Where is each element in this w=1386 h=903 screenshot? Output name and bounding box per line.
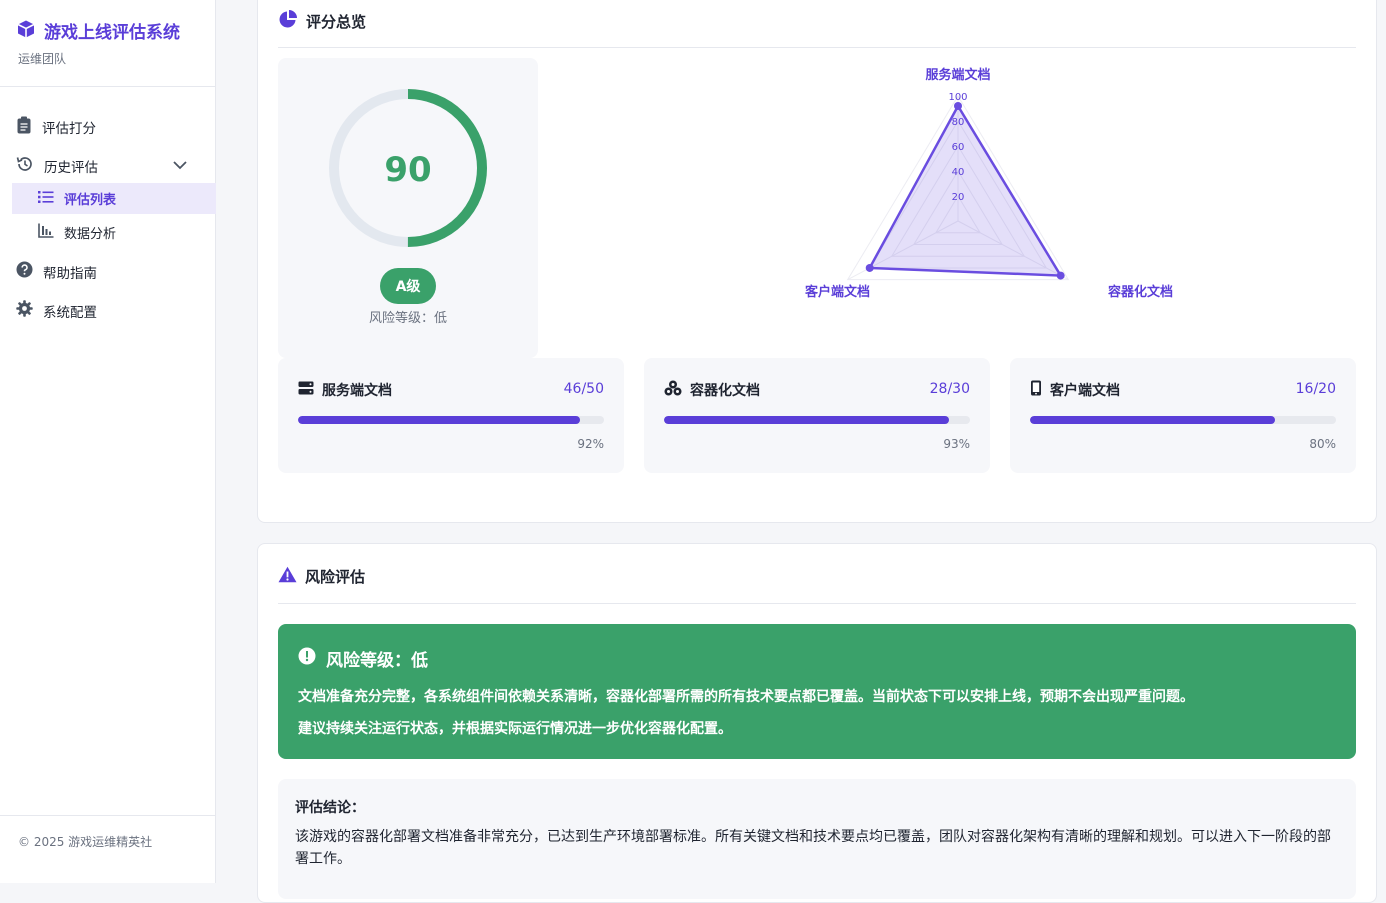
warning-icon <box>278 566 297 587</box>
pie-chart-icon <box>278 9 298 33</box>
sidebar-divider <box>0 86 215 87</box>
gear-icon <box>16 300 33 321</box>
sidebar: 游戏上线评估系统 运维团队 评估打分 历史评估 评估列表 数据分析 帮助指南 系… <box>0 0 216 883</box>
nav-label-analysis: 数据分析 <box>64 227 117 242</box>
metric-percent: 93% <box>943 437 970 451</box>
radar-data-point <box>1056 271 1065 280</box>
risk-suggestion: 建议持续关注运行状态，并根据实际运行情况进一步优化容器化配置。 <box>298 721 732 737</box>
conclusion-title: 评估结论： <box>295 800 365 816</box>
metric-name: 服务端文档 <box>322 383 392 399</box>
risk-description: 文档准备充分完整，各系统组件间依赖关系清晰，容器化部署所需的所有技术要点都已覆盖… <box>298 689 1194 705</box>
progress-track <box>1030 416 1336 424</box>
score-gauge-panel: 90 A级 风险等级：低 <box>278 58 538 358</box>
risk-header: 风险评估 <box>278 566 365 587</box>
metric-value: 16/20 <box>1295 381 1336 397</box>
risk-card: 风险评估 风险等级：低 文档准备充分完整，各系统组件间依赖关系清晰，容器化部署所… <box>257 543 1377 903</box>
metric-percent: 80% <box>1309 437 1336 451</box>
history-icon <box>16 155 34 177</box>
metric-head: 容器化文档 <box>664 380 760 400</box>
metric-name: 容器化文档 <box>690 383 760 399</box>
metric-percent: 92% <box>577 437 604 451</box>
nav-item-history[interactable]: 历史评估 <box>16 155 188 177</box>
overview-header: 评分总览 <box>278 9 366 33</box>
mobile-icon <box>1030 380 1042 400</box>
nav-label-list: 评估列表 <box>64 193 117 208</box>
nav-sub-list[interactable]: 评估列表 <box>12 183 216 214</box>
progress-fill <box>664 416 949 424</box>
cube-icon <box>16 19 36 43</box>
radar-axis-label: 服务端文档 <box>925 67 990 83</box>
brand-title: 游戏上线评估系统 <box>44 23 180 43</box>
bar-chart-icon <box>38 223 54 242</box>
nav-item-help[interactable]: 帮助指南 <box>16 261 97 282</box>
risk-title: 风险评估 <box>305 568 366 586</box>
radar-axis-label: 容器化文档 <box>1107 284 1173 300</box>
chevron-down-icon[interactable] <box>172 158 188 174</box>
risk-level-label: 风险等级：低 <box>368 311 447 326</box>
nav-item-config[interactable]: 系统配置 <box>16 300 97 321</box>
brand-subtitle: 运维团队 <box>18 52 67 66</box>
radar-chart: 20 40 60 80 100 服务端文档容器化文档 客户端文档 <box>805 67 1173 300</box>
radar-tick-label: 60 <box>952 142 965 153</box>
radar-series-area <box>867 103 1063 277</box>
radar-data-point <box>954 102 962 110</box>
progress-fill <box>298 416 580 424</box>
overview-title: 评分总览 <box>306 12 367 31</box>
radar-tick-label: 100 <box>948 92 967 103</box>
overview-divider <box>278 47 1356 48</box>
overview-card: 评分总览 90 A级 风险等级：低 20 40 60 80 100 服务端文档 容器化文档客… <box>257 0 1377 523</box>
list-icon <box>38 190 54 208</box>
radar-tick-label: 80 <box>952 117 965 128</box>
metric-value: 28/30 <box>929 381 970 397</box>
metric-name: 客户端文档 <box>1050 383 1120 399</box>
nav-label-history: 历史评估 <box>44 160 98 176</box>
metric-card-client: 客户端文档 16/20 80% <box>1010 358 1356 473</box>
radar-data-point <box>865 263 874 272</box>
risk-banner: 风险等级：低 文档准备充分完整，各系统组件间依赖关系清晰，容器化部署所需的所有技… <box>278 624 1356 759</box>
nav-item-score[interactable]: 评估打分 <box>16 116 96 138</box>
progress-track <box>664 416 970 424</box>
progress-fill <box>1030 416 1275 424</box>
nav-label-config: 系统配置 <box>43 304 97 321</box>
metric-card-server: 服务端文档 46/50 92% <box>278 358 624 473</box>
server-icon <box>298 381 314 399</box>
risk-banner-label: 风险等级：低 <box>326 651 428 671</box>
clipboard-icon <box>16 116 32 138</box>
nav-sub-analysis[interactable]: 数据分析 <box>12 217 216 248</box>
score-value: 90 <box>384 150 432 190</box>
radar-tick-label: 40 <box>952 167 965 178</box>
grade-badge: A级 <box>380 268 436 304</box>
footer-divider <box>0 815 215 816</box>
progress-track <box>298 416 604 424</box>
nav-label-score: 评估打分 <box>42 121 96 137</box>
exclamation-icon <box>298 647 316 670</box>
metric-value: 46/50 <box>563 381 604 397</box>
cubes-icon <box>664 380 682 400</box>
risk-divider <box>278 603 1356 604</box>
radar-tick-label: 20 <box>952 192 965 203</box>
brand[interactable]: 游戏上线评估系统 <box>16 18 180 43</box>
metric-head: 服务端文档 <box>298 380 392 400</box>
conclusion-text: 该游戏的容器化部署文档准备非常充分，已达到生产环境部署标准。所有关键文档和技术要… <box>295 829 1331 867</box>
question-icon <box>16 261 33 282</box>
metric-head: 客户端文档 <box>1030 380 1120 400</box>
risk-banner-title: 风险等级：低 <box>298 646 428 671</box>
conclusion-box: 评估结论： 该游戏的容器化部署文档准备非常充分，已达到生产环境部署标准。所有关键… <box>278 779 1356 899</box>
metric-card-container: 容器化文档 28/30 93% <box>644 358 990 473</box>
radar-axis-label: 客户端文档 <box>805 284 870 300</box>
footer-copyright: © 2025 游戏运维精英社 <box>18 835 153 849</box>
nav-label-help: 帮助指南 <box>43 265 97 282</box>
